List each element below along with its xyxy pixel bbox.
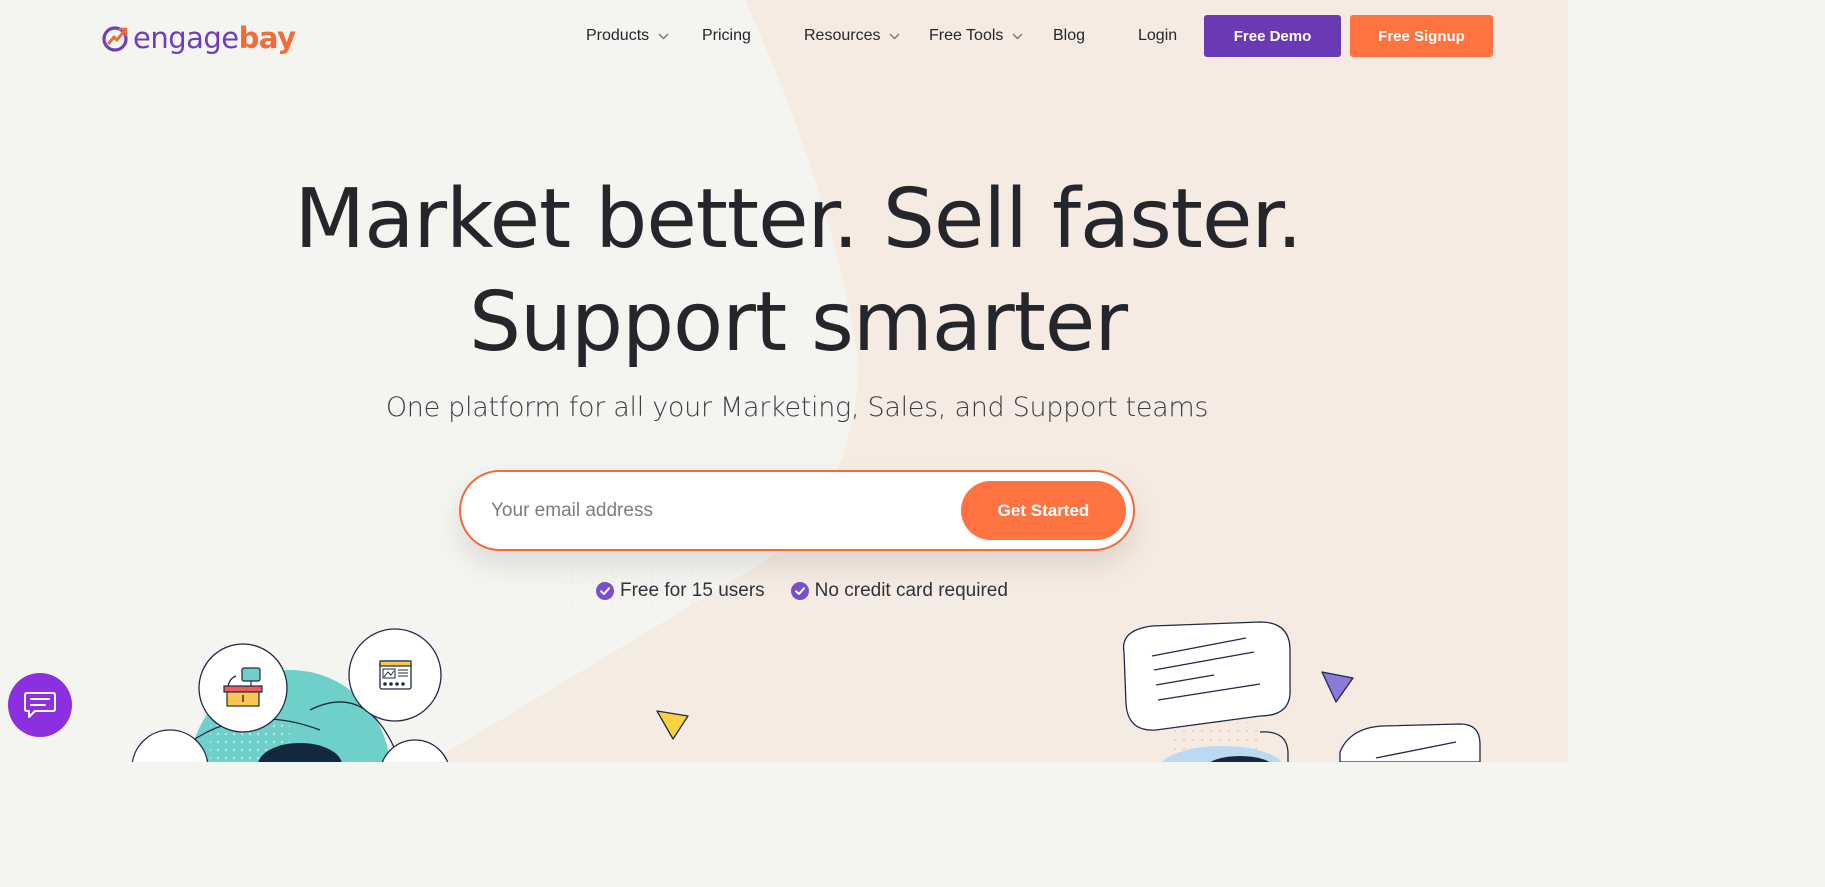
email-signup-form: Get Started <box>459 470 1135 551</box>
logo-bay-text: bay <box>238 20 296 55</box>
left-illustration <box>131 628 449 762</box>
perk-item: Free for 15 users <box>596 580 765 602</box>
site-header: engagebay Products Pricing Resources Fre… <box>0 0 1568 72</box>
nav-resources[interactable]: Resources <box>804 22 900 50</box>
check-circle-icon <box>596 582 614 600</box>
nav-blog[interactable]: Blog <box>1053 22 1085 50</box>
perk-label: No credit card required <box>814 580 1008 601</box>
hero-title-line2: Support smarter <box>468 275 1128 370</box>
hero-subtitle: One platform for all your Marketing, Sal… <box>385 392 1209 423</box>
reception-desk-icon <box>198 643 288 733</box>
chat-widget-button[interactable] <box>8 673 72 737</box>
nav-login-label: Login <box>1138 27 1178 44</box>
chevron-down-icon <box>658 33 669 39</box>
purple-triangle-decoration <box>1321 671 1354 703</box>
chat-icon <box>24 692 56 718</box>
nav-login[interactable]: Login <box>1138 22 1177 50</box>
chevron-down-icon <box>1012 33 1023 39</box>
right-illustration <box>1122 621 1481 762</box>
logo-mark-icon <box>102 26 128 52</box>
yellow-triangle-decoration <box>656 710 689 740</box>
nav-products-label: Products <box>586 27 650 44</box>
check-circle-icon <box>790 582 809 600</box>
perk-item: No credit card required <box>790 580 1008 602</box>
email-input[interactable] <box>491 488 941 534</box>
hero-title-line1: Market better. Sell faster. <box>294 172 1302 267</box>
chevron-down-icon <box>889 33 900 39</box>
nav-products[interactable]: Products <box>586 22 669 50</box>
logo-wordmark: engagebay <box>133 20 296 55</box>
free-demo-button[interactable]: Free Demo <box>1204 15 1341 57</box>
nav-free-tools[interactable]: Free Tools <box>929 22 1023 50</box>
get-started-button[interactable]: Get Started <box>961 481 1126 540</box>
nav-resources-label: Resources <box>804 27 881 44</box>
perk-label: Free for 15 users <box>620 580 765 601</box>
logo-engage-text: engage <box>133 20 239 55</box>
chat-message-card-icon <box>1339 723 1481 762</box>
nav-pricing[interactable]: Pricing <box>702 22 751 50</box>
perks-list: Free for 15 users No credit card require… <box>596 580 1034 602</box>
hero-title: Market better. Sell faster. Support smar… <box>0 168 1596 374</box>
web-dashboard-icon <box>348 628 442 722</box>
chat-message-card-icon <box>1122 621 1291 731</box>
nav-pricing-label: Pricing <box>702 27 751 44</box>
free-signup-button[interactable]: Free Signup <box>1350 15 1493 57</box>
nav-free-tools-label: Free Tools <box>929 27 1004 44</box>
nav-blog-label: Blog <box>1053 27 1086 44</box>
engagebay-logo[interactable]: engagebay <box>101 18 296 58</box>
